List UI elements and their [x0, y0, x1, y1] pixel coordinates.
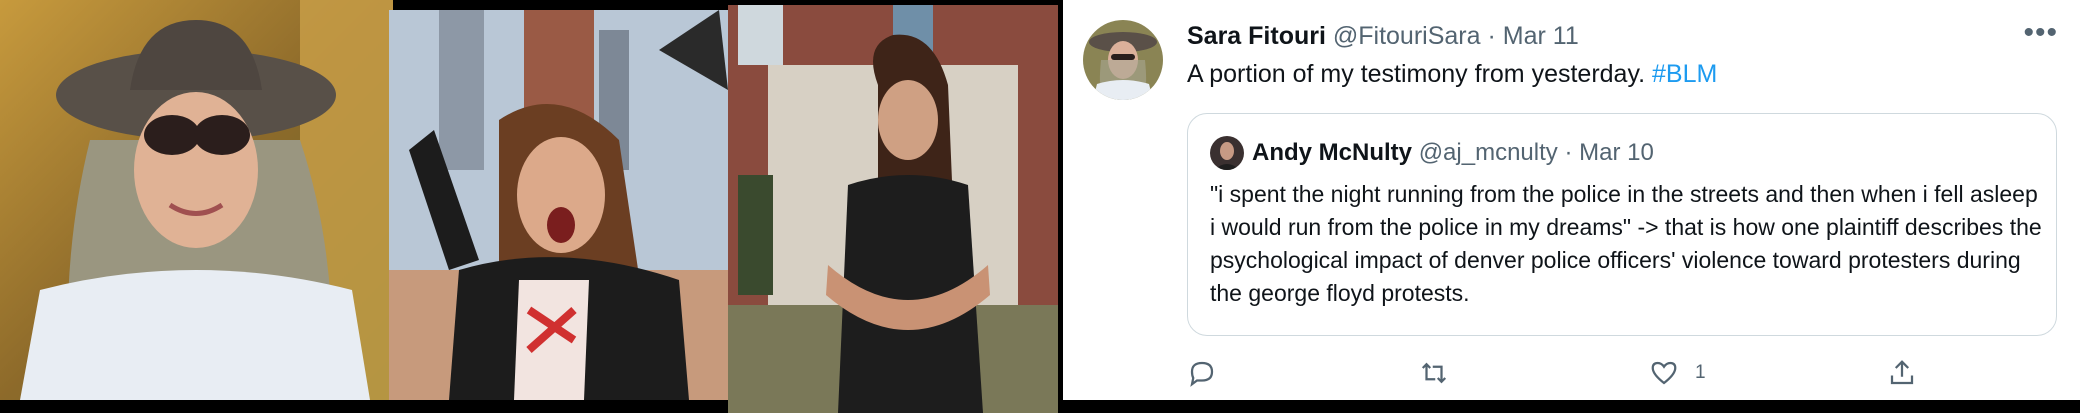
like-count: 1 [1695, 362, 1706, 383]
tweet-text-body: A portion of my testimony from yesterday… [1187, 60, 1646, 88]
tweet-date[interactable]: Mar 11 [1503, 22, 1579, 50]
retweet-icon [1421, 362, 1447, 384]
more-horizontal-icon[interactable]: ••• [2023, 16, 2058, 50]
reply-button[interactable] [1187, 358, 1217, 388]
quote-header: Andy McNulty @aj_mcnulty · Mar 10 [1252, 139, 1654, 167]
reply-icon [1190, 361, 1214, 387]
author-name[interactable]: Sara Fitouri [1187, 22, 1326, 50]
photo-protester-megaphone [389, 10, 728, 400]
photo-woman-black-dress [728, 5, 1058, 413]
share-button[interactable] [1887, 358, 1917, 388]
hashtag-link[interactable]: #BLM [1652, 60, 1717, 88]
tweet-actions: 1 [1187, 358, 1987, 394]
tweet-text: A portion of my testimony from yesterday… [1187, 60, 1717, 89]
quote-text: "i spent the night running from the poli… [1210, 181, 2042, 306]
quote-date[interactable]: Mar 10 [1579, 139, 1654, 166]
photo-woman-hat [0, 0, 393, 400]
quote-avatar[interactable] [1210, 136, 1244, 170]
share-icon [1890, 360, 1914, 385]
author-handle[interactable]: @FitouriSara [1333, 22, 1481, 50]
tweet-card[interactable]: Sara Fitouri @FitouriSara · Mar 11 ••• A… [1063, 0, 2080, 400]
quote-author-handle[interactable]: @aj_mcnulty [1419, 139, 1558, 166]
header-separator: · [1487, 22, 1496, 50]
heart-icon [1651, 361, 1677, 385]
like-button[interactable]: 1 [1649, 358, 1706, 388]
retweet-button[interactable] [1419, 358, 1449, 388]
tweet-header: Sara Fitouri @FitouriSara · Mar 11 [1187, 22, 1579, 51]
quote-author-name[interactable]: Andy McNulty [1252, 139, 1412, 166]
avatar[interactable] [1083, 20, 1163, 100]
quote-separator: · [1564, 139, 1573, 166]
quoted-tweet[interactable]: Andy McNulty @aj_mcnulty · Mar 10 "i spe… [1187, 113, 2057, 336]
